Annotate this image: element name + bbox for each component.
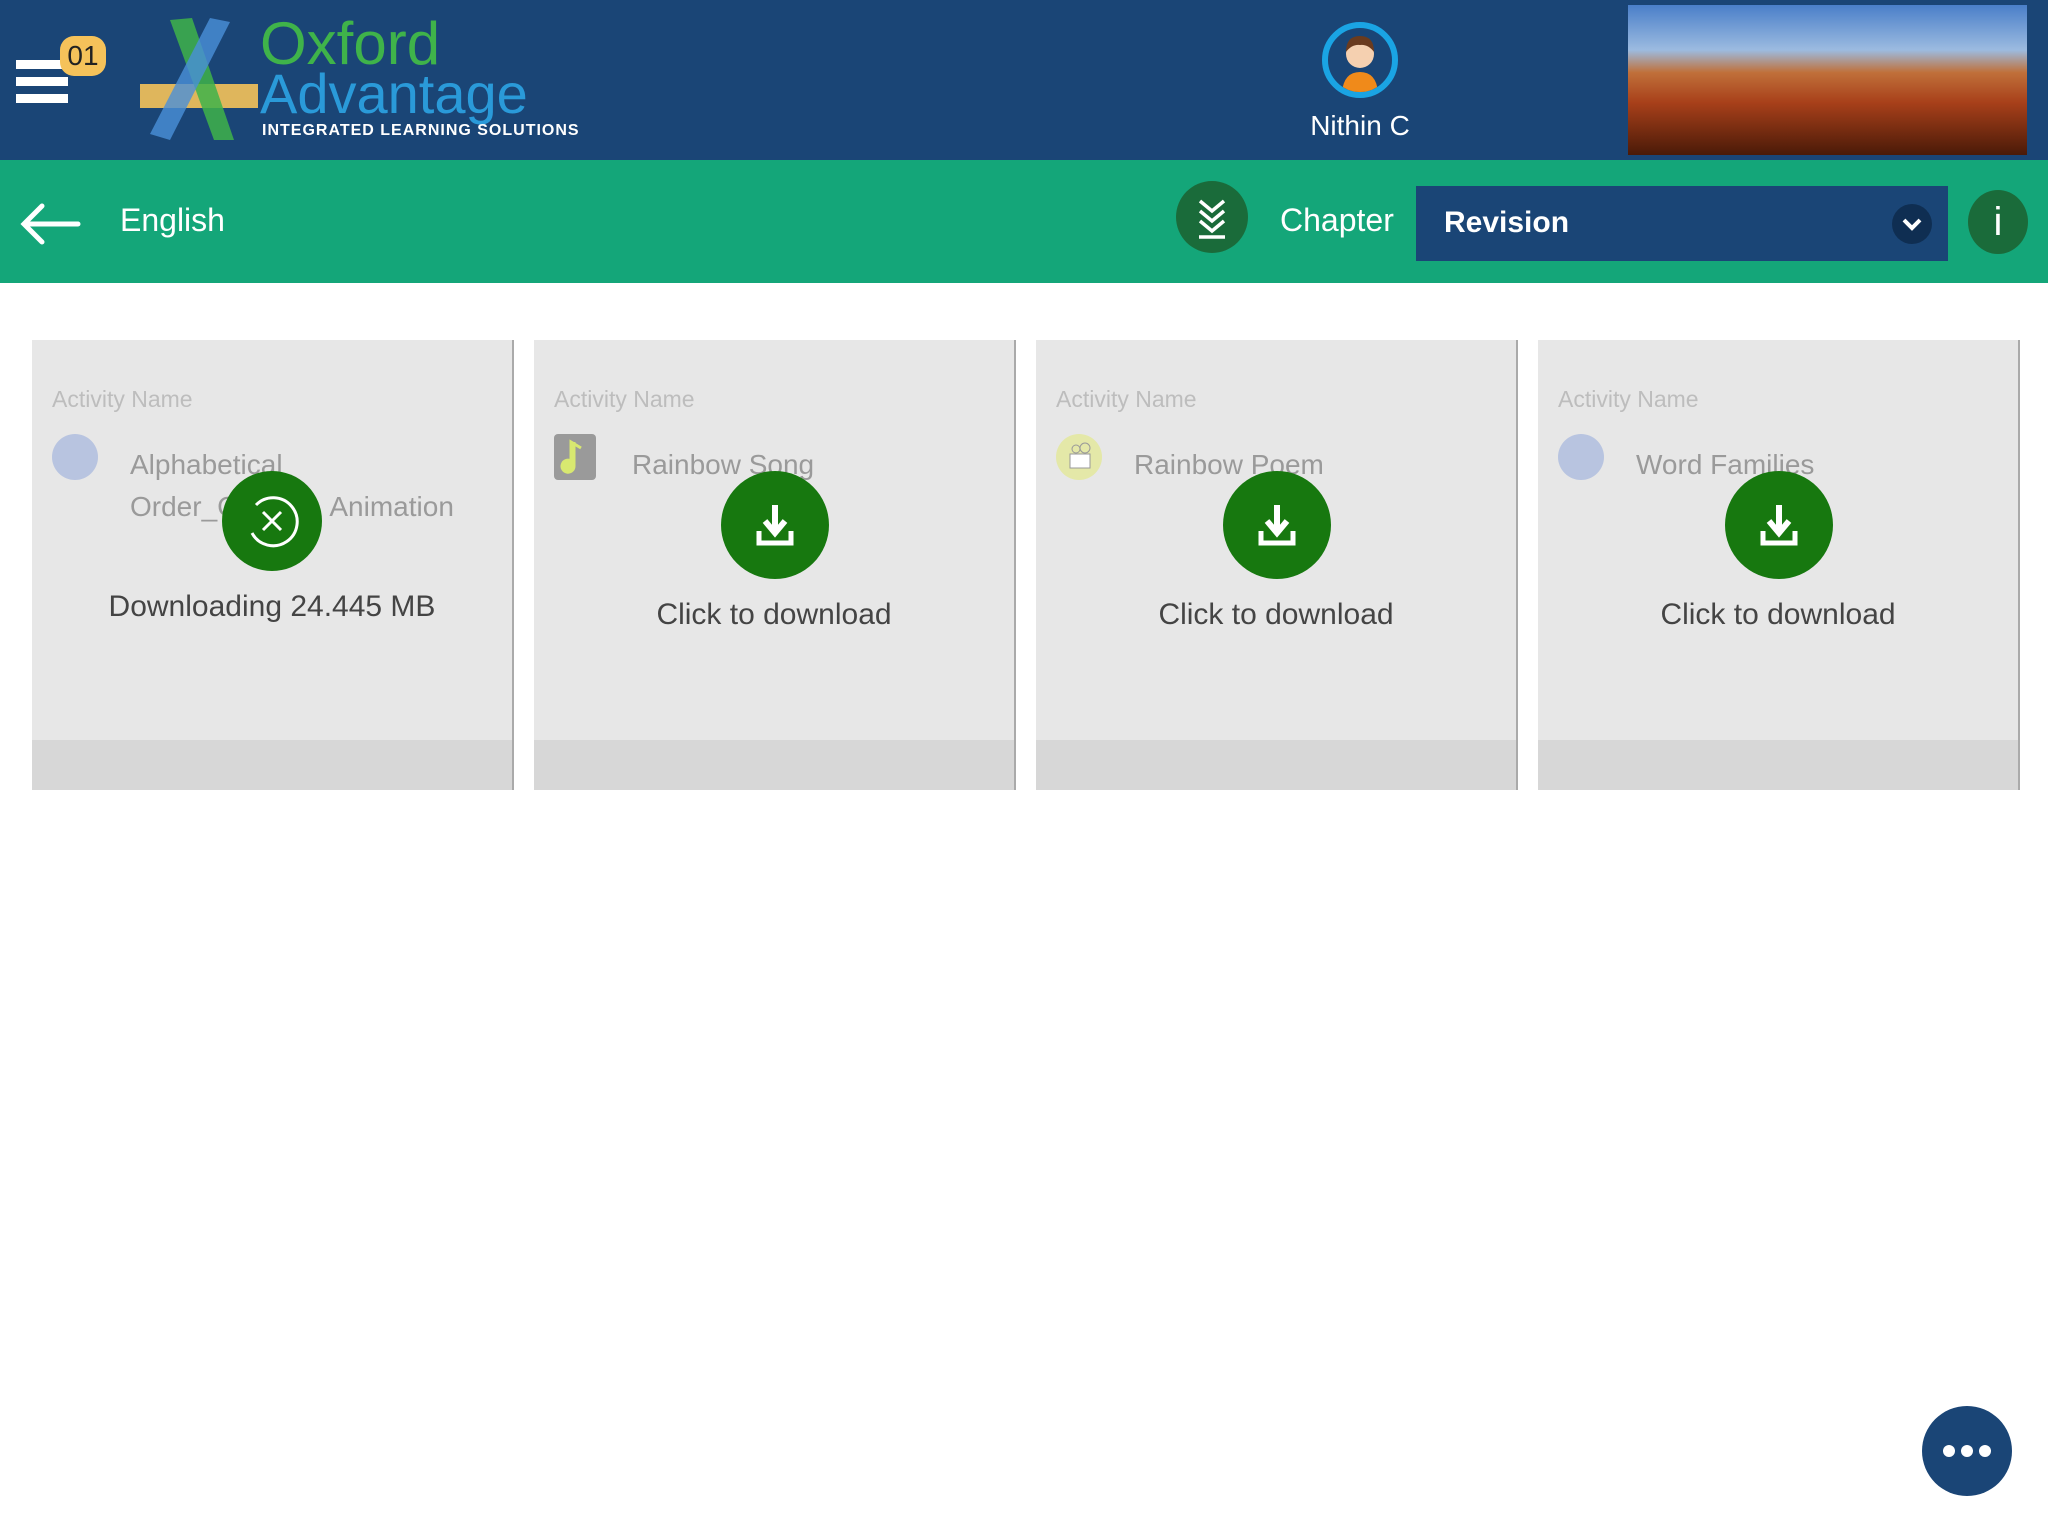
back-arrow-icon[interactable] <box>18 200 82 248</box>
oxford-advantage-logo <box>140 18 260 140</box>
download-button[interactable] <box>1725 471 1833 579</box>
chapter-label: Chapter <box>1280 202 1394 238</box>
activity-name-label: Activity Name <box>1558 386 1699 412</box>
animation-icon <box>52 434 98 480</box>
banner-image <box>1628 5 2027 155</box>
logo-tagline: INTEGRATED LEARNING SOLUTIONS <box>262 122 580 139</box>
chapter-download-all-icon[interactable] <box>1176 181 1248 253</box>
info-button[interactable]: i <box>1968 190 2028 254</box>
chapter-select[interactable]: Revision <box>1416 186 1948 261</box>
chapter-selected-value: Revision <box>1444 206 1570 239</box>
download-status: Click to download <box>656 598 892 631</box>
video-camera-icon <box>1056 434 1102 480</box>
user-name: Nithin C <box>1310 110 1410 141</box>
download-button[interactable] <box>721 471 829 579</box>
card-footer <box>1538 740 2018 790</box>
more-dots-icon <box>1943 1445 1991 1457</box>
activity-name-label: Activity Name <box>554 386 695 412</box>
user-avatar[interactable] <box>1322 22 1398 98</box>
activity-card[interactable]: Activity Name Alphabetical Order_C Animati… <box>32 340 514 790</box>
cancel-download-button[interactable] <box>222 471 322 571</box>
subject-title: English <box>120 202 225 238</box>
logo-text-advantage: Advantage <box>260 62 528 125</box>
download-button[interactable] <box>1223 471 1331 579</box>
more-options-button[interactable] <box>1922 1406 2012 1496</box>
card-footer <box>534 740 1014 790</box>
activity-name-label: Activity Name <box>52 386 193 412</box>
activity-card[interactable]: Activity Name Word Families Click to dow… <box>1538 340 2020 790</box>
activity-name-label: Activity Name <box>1056 386 1197 412</box>
download-status: Click to download <box>1158 598 1394 631</box>
animation-icon <box>1558 434 1604 480</box>
activity-card[interactable]: Activity Name Rainbow Poem Click to down… <box>1036 340 1518 790</box>
activity-card[interactable]: Activity Name Rainbow Song Click to down… <box>534 340 1016 790</box>
card-footer <box>1036 740 1516 790</box>
notification-badge: 01 <box>60 36 106 76</box>
card-footer <box>32 740 512 790</box>
download-status: Click to download <box>1660 598 1896 631</box>
chevron-down-icon[interactable] <box>1892 204 1932 244</box>
download-status: Downloading 24.445 MB <box>108 590 436 623</box>
music-icon <box>554 434 596 480</box>
